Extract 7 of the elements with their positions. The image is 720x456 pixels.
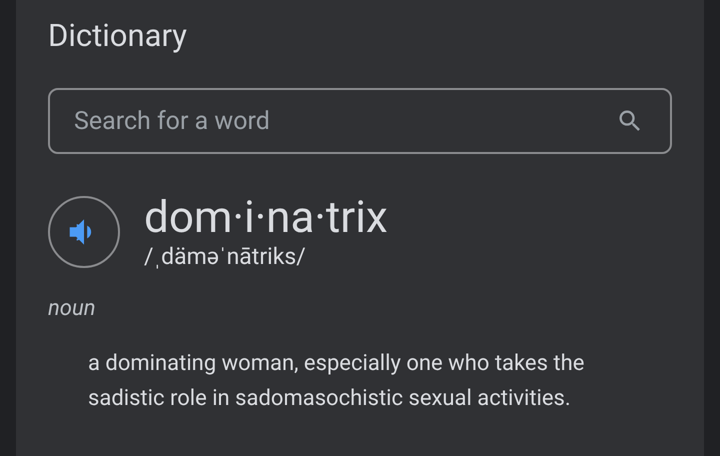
part-of-speech: noun <box>48 295 97 323</box>
card-title: Dictionary <box>48 16 188 56</box>
definition-text: a dominating woman, especially one who takes the sadistic role in sadomasochistic sexual activities. <box>88 350 586 413</box>
play-audio-button[interactable] <box>48 196 120 268</box>
pronunciation: /ˌdäməˈnātriks/ <box>144 242 307 272</box>
search-field[interactable]: Search for a word <box>48 88 672 154</box>
headword: dom·i·na·trix <box>144 192 388 242</box>
